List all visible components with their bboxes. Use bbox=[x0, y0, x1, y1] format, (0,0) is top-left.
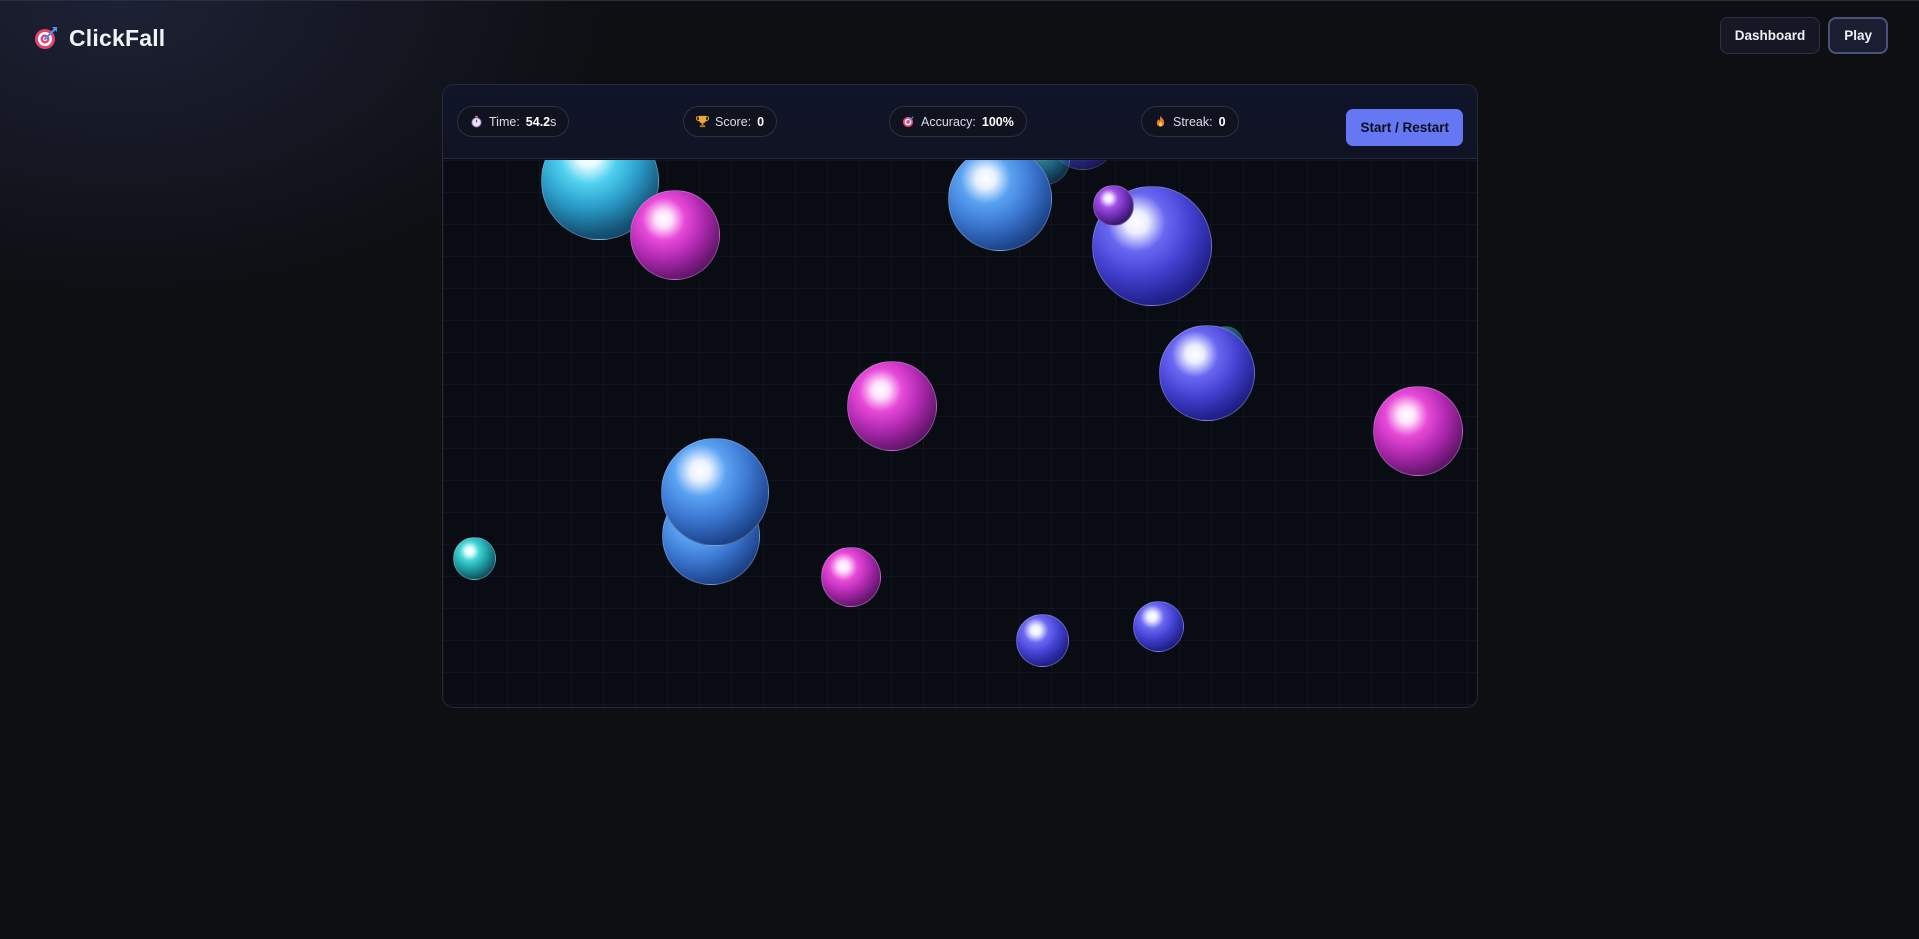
app-name: ClickFall bbox=[69, 24, 166, 51]
time-unit: s bbox=[550, 114, 557, 129]
play-button[interactable]: Play bbox=[1828, 17, 1888, 54]
streak-stat: Streak: 0 bbox=[1141, 106, 1239, 137]
target-orb[interactable] bbox=[1016, 614, 1069, 667]
target-icon bbox=[902, 116, 914, 128]
streak-label: Streak: bbox=[1173, 114, 1213, 129]
target-dart-icon bbox=[35, 27, 57, 49]
target-orb[interactable] bbox=[1373, 386, 1463, 476]
target-orb[interactable] bbox=[630, 190, 720, 280]
time-stat: Time: 54.2s bbox=[457, 106, 570, 137]
stopwatch-icon bbox=[471, 115, 482, 128]
main-nav: Dashboard Play bbox=[1719, 17, 1888, 54]
target-orb[interactable] bbox=[948, 160, 1052, 251]
game-panel: Time: 54.2s Score: 0 Accuracy: 100% Stre… bbox=[442, 84, 1478, 708]
accuracy-value: 100% bbox=[981, 114, 1014, 129]
target-orb[interactable] bbox=[453, 537, 496, 580]
target-orb[interactable] bbox=[661, 438, 769, 546]
score-value: 0 bbox=[757, 114, 765, 129]
time-value: 54.2 bbox=[525, 114, 551, 129]
target-orb[interactable] bbox=[1133, 601, 1184, 652]
accuracy-stat: Accuracy: 100% bbox=[889, 106, 1027, 137]
target-orb[interactable] bbox=[1159, 325, 1255, 421]
dashboard-button[interactable]: Dashboard bbox=[1719, 17, 1821, 54]
accuracy-label: Accuracy: bbox=[921, 114, 976, 129]
play-field[interactable] bbox=[443, 160, 1477, 707]
flame-icon bbox=[1156, 115, 1165, 127]
hud-bar: Time: 54.2s Score: 0 Accuracy: 100% Stre… bbox=[443, 85, 1477, 159]
score-label: Score: bbox=[715, 114, 752, 129]
target-orb[interactable] bbox=[1093, 185, 1134, 226]
streak-value: 0 bbox=[1218, 114, 1226, 129]
target-orb[interactable] bbox=[847, 361, 937, 451]
score-stat: Score: 0 bbox=[683, 106, 778, 137]
target-orb[interactable] bbox=[821, 547, 881, 607]
time-label: Time: bbox=[489, 114, 520, 129]
brand[interactable]: ClickFall bbox=[33, 23, 165, 53]
top-bar: ClickFall Dashboard Play bbox=[0, 0, 1919, 72]
trophy-icon bbox=[696, 115, 709, 128]
start-restart-button[interactable]: Start / Restart bbox=[1346, 109, 1463, 146]
